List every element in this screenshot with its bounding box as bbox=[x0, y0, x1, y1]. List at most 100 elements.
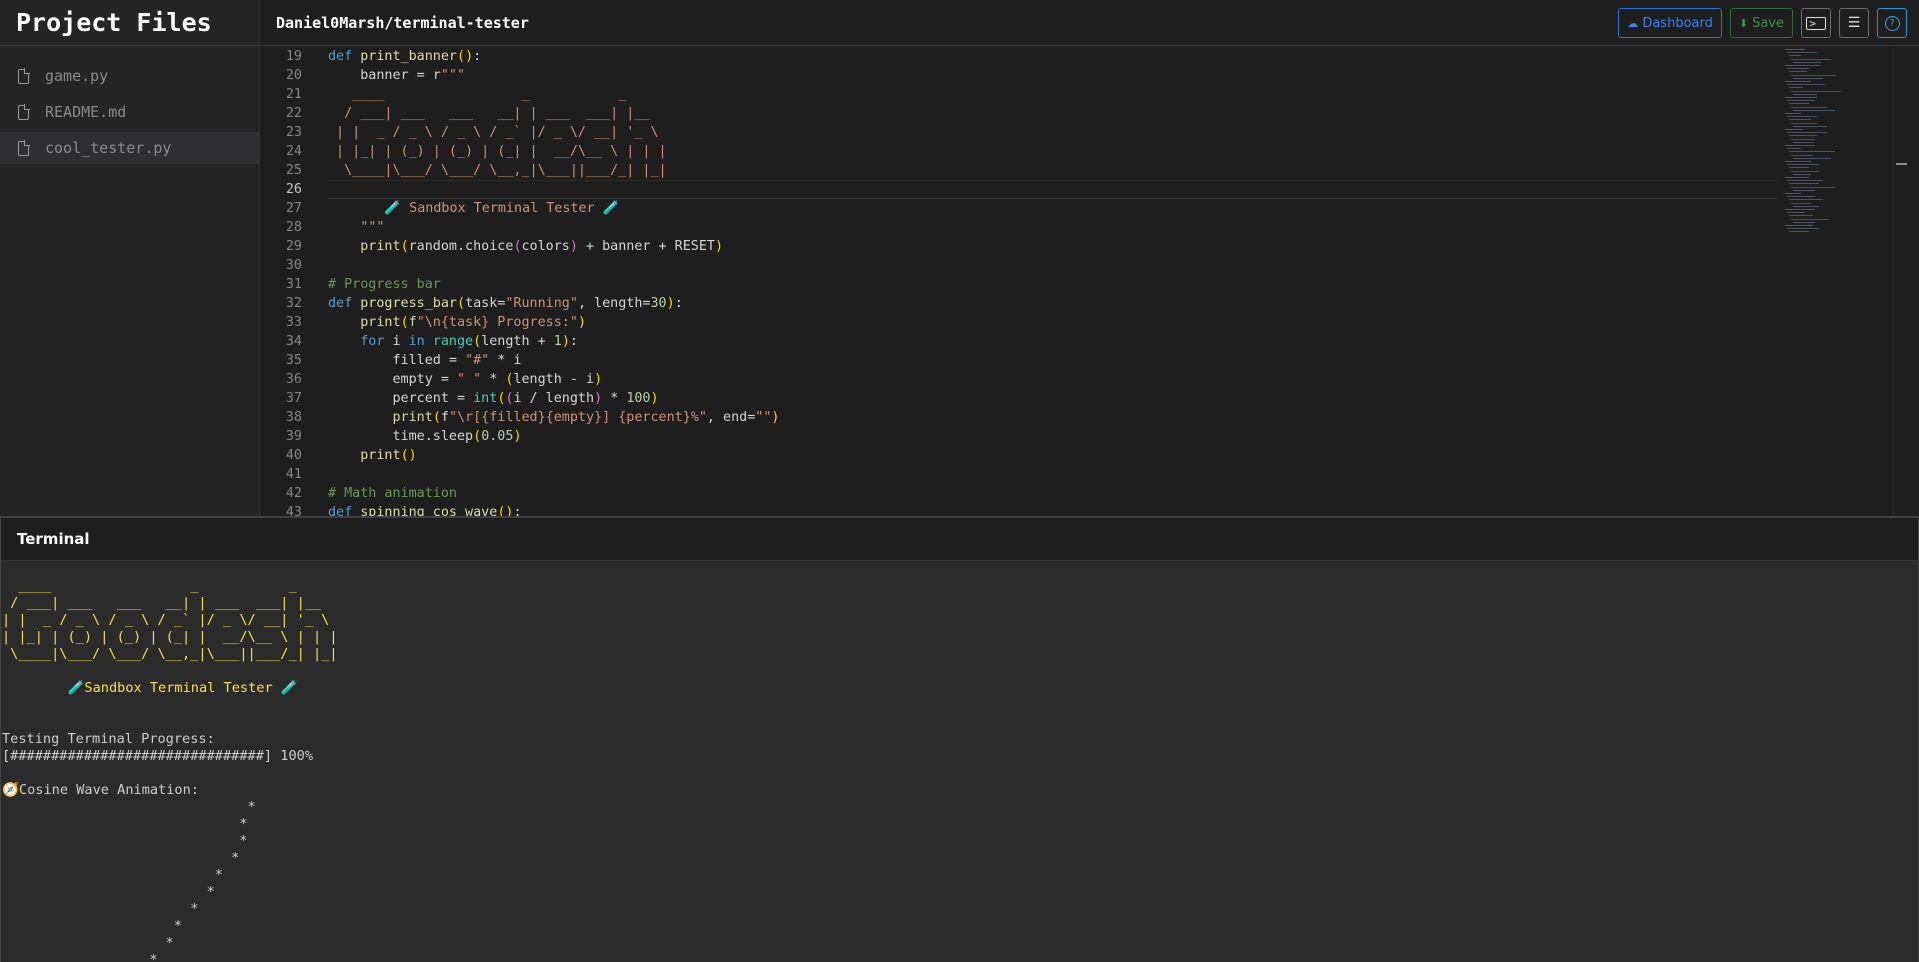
progress-title: Testing Terminal Progress: bbox=[2, 731, 215, 747]
line-number: 35 bbox=[285, 353, 302, 368]
file-item-game[interactable]: game.py bbox=[0, 60, 259, 92]
minimap-line bbox=[1785, 97, 1817, 98]
code-line: time.sleep(0.05) bbox=[392, 429, 522, 444]
cloud-icon: ☁ bbox=[1627, 16, 1639, 30]
line-number: 33 bbox=[285, 315, 302, 330]
file-icon bbox=[18, 67, 30, 84]
code-line: / ___| ___ ___ __| | ___ ___| |__ bbox=[328, 106, 651, 121]
code-editor[interactable]: 19 20 21 22 23 24 25 26 27 28 29 30 31 32 33 34 35 36 37 38… bbox=[261, 47, 1907, 516]
code-line: | | _ / _ \ / _ \ / _` |/ _ \/ __| '_ \ bbox=[328, 125, 659, 140]
minimap-line bbox=[1793, 173, 1811, 175]
line-number: 24 bbox=[285, 144, 302, 159]
wave-line: * bbox=[2, 867, 223, 883]
repo-title: Daniel0Marsh/terminal-tester bbox=[276, 13, 529, 32]
minimap-line bbox=[1793, 189, 1815, 191]
minimap-line bbox=[1785, 145, 1815, 146]
file-name: game.py bbox=[45, 67, 109, 85]
minimap-line bbox=[1791, 186, 1835, 188]
wave-line: * bbox=[2, 952, 158, 962]
line-number: 42 bbox=[285, 486, 302, 501]
line-number: 39 bbox=[285, 429, 302, 444]
wave-line: * bbox=[2, 935, 174, 951]
minimap-line bbox=[1789, 135, 1817, 137]
file-item-cool-tester[interactable]: cool_tester.py bbox=[0, 132, 259, 164]
code-area[interactable]: def print_banner(): banner = r""" ____ _… bbox=[328, 47, 1777, 516]
minimap-line bbox=[1791, 106, 1827, 108]
wave-line: * bbox=[2, 884, 215, 900]
minimap-line bbox=[1787, 180, 1823, 182]
wave-line: * bbox=[2, 816, 248, 832]
wave-line: * bbox=[2, 850, 240, 866]
list-icon: ☰ bbox=[1847, 15, 1861, 31]
code-line: def spinning_cos_wave(): bbox=[328, 505, 522, 516]
help-icon: ? bbox=[1884, 15, 1900, 31]
save-label: Save bbox=[1752, 15, 1784, 31]
progress-bar-text: [###############################] 100% bbox=[2, 748, 313, 764]
header: Daniel0Marsh/terminal-tester ☁ Dashboard … bbox=[261, 0, 1919, 46]
minimap-line bbox=[1791, 90, 1841, 92]
line-number: 23 bbox=[285, 125, 302, 140]
line-number: 25 bbox=[285, 163, 302, 178]
line-number: 20 bbox=[285, 68, 302, 83]
minimap-line bbox=[1789, 119, 1811, 121]
minimap-line bbox=[1787, 212, 1805, 214]
file-item-readme[interactable]: README.md bbox=[0, 96, 259, 128]
minimap-line bbox=[1791, 154, 1813, 156]
code-line: """ bbox=[328, 220, 385, 235]
file-list: game.py README.md cool_tester.py bbox=[0, 46, 259, 164]
line-number: 38 bbox=[285, 410, 302, 425]
terminal-toggle-button[interactable]: >_ bbox=[1801, 8, 1831, 38]
minimap-line bbox=[1785, 193, 1801, 194]
code-line: empty = " " * (length - i) bbox=[392, 372, 603, 387]
code-line: \____|\___/ \___/ \__,_|\___||___/_| |_| bbox=[328, 163, 667, 178]
wave-line: * bbox=[2, 918, 183, 934]
minimap-line bbox=[1787, 68, 1809, 70]
minimap-line bbox=[1785, 209, 1815, 210]
terminal-output[interactable]: ____ _ _ / ___| ___ ___ __| | ___ ___| |… bbox=[1, 561, 1918, 962]
line-number: 40 bbox=[285, 448, 302, 463]
code-line: for i in range(length + 1): bbox=[360, 334, 578, 349]
minimap-line bbox=[1787, 164, 1819, 166]
line-number: 21 bbox=[285, 87, 302, 102]
line-number: 27 bbox=[285, 201, 302, 216]
banner-line: \____|\___/ \___/ \__,_|\___||___/_| |_| bbox=[2, 646, 338, 662]
code-line: # Math animation bbox=[328, 486, 457, 501]
line-number: 26 bbox=[285, 182, 302, 197]
line-number: 41 bbox=[285, 467, 302, 482]
minimap-line bbox=[1793, 141, 1813, 143]
minimap-line bbox=[1793, 61, 1821, 63]
wave-line: * bbox=[2, 799, 256, 815]
code-line-current bbox=[328, 180, 1777, 199]
minimap-line bbox=[1787, 116, 1817, 118]
minimap-line bbox=[1785, 113, 1801, 114]
code-line: print(f"\r[{filled}{empty}] {percent}%",… bbox=[392, 410, 780, 425]
minimap-line bbox=[1791, 218, 1829, 220]
terminal-icon: >_ bbox=[1806, 16, 1826, 30]
minimap-line bbox=[1785, 161, 1811, 162]
line-number: 34 bbox=[285, 334, 302, 349]
list-button[interactable]: ☰ bbox=[1839, 8, 1869, 38]
terminal-panel: Terminal ____ _ _ / ___| ___ ___ __| | _… bbox=[0, 516, 1919, 962]
dashboard-button[interactable]: ☁ Dashboard bbox=[1618, 8, 1722, 38]
minimap-line bbox=[1785, 81, 1811, 82]
minimap-line bbox=[1793, 93, 1817, 95]
save-icon: ⬇ bbox=[1738, 16, 1749, 30]
minimap-line bbox=[1789, 183, 1819, 185]
line-number: 29 bbox=[285, 239, 302, 254]
minimap-line bbox=[1789, 215, 1813, 217]
sidebar-title: Project Files bbox=[0, 0, 259, 46]
save-button[interactable]: ⬇ Save bbox=[1729, 8, 1793, 38]
code-line: print() bbox=[360, 448, 417, 463]
file-name: README.md bbox=[45, 103, 127, 121]
line-number: 36 bbox=[285, 372, 302, 387]
line-numbers: 19 20 21 22 23 24 25 26 27 28 29 30 31 32 33 34 35 36 37 38… bbox=[261, 47, 311, 516]
minimap-line bbox=[1785, 65, 1820, 66]
editor-scrollbar[interactable] bbox=[1893, 47, 1907, 516]
code-line: 🧪 Sandbox Terminal Tester 🧪 bbox=[328, 201, 620, 216]
help-button[interactable]: ? bbox=[1877, 8, 1907, 38]
minimap[interactable] bbox=[1777, 47, 1907, 516]
